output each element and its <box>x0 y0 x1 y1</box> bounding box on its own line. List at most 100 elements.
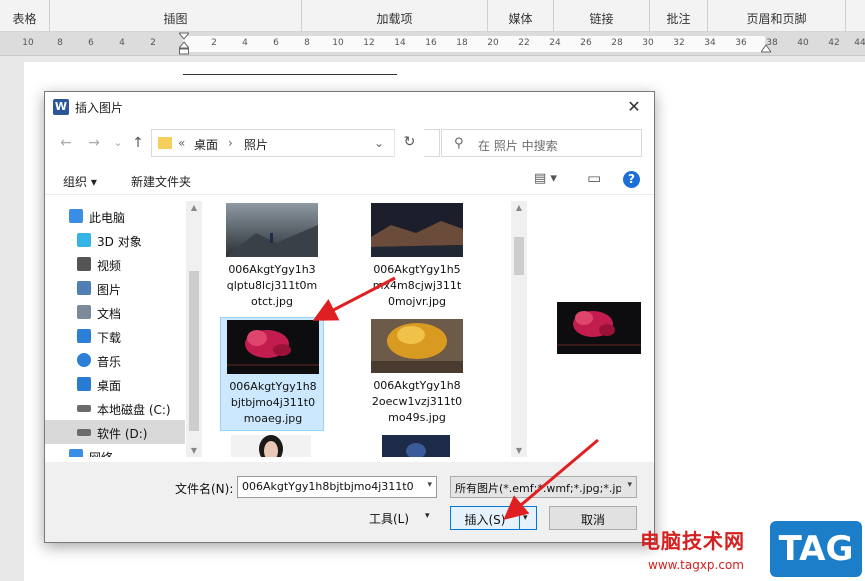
tools-button[interactable]: 工具(L) ▾ <box>367 506 439 528</box>
navigation-pane: 此电脑 3D 对象 视频 图片 文档 下载 音乐 桌面 本地磁盘 (C:) 软件… <box>45 201 187 457</box>
file-item[interactable]: 006AkgtYgy1h3 qlptu8lcj311t0m otct.jpg <box>220 201 324 313</box>
ruler-number: 2 <box>150 38 156 48</box>
watermark-url: www.tagxp.com <box>648 558 744 572</box>
partial-image-thumbnail[interactable] <box>231 435 311 457</box>
sidebar-item-network[interactable]: 网络 <box>45 444 185 457</box>
sidebar-item-label: 下载 <box>97 331 122 345</box>
right-indent-marker-icon[interactable] <box>761 44 771 54</box>
file-name-line: 006AkgtYgy1h8 <box>229 380 317 393</box>
watermark-logo: TAG <box>770 521 862 577</box>
ruler-number: 18 <box>456 38 468 48</box>
watermark-site-name: 电脑技术网 <box>640 529 745 553</box>
indent-marker-icon[interactable] <box>179 32 189 56</box>
file-name: 006AkgtYgy1h5 mx4m8cjwj311t 0mojvr.jpg <box>365 262 469 310</box>
organize-button[interactable]: 组织 ▾ <box>63 173 97 190</box>
file-name: 006AkgtYgy1h3 qlptu8lcj311t0m otct.jpg <box>220 262 324 310</box>
ribbon-group-labels: 表格 插图 加载项 媒体 链接 批注 页眉和页脚 <box>0 0 865 32</box>
sidebar-item-3d-objects[interactable]: 3D 对象 <box>45 228 185 252</box>
horizontal-ruler[interactable]: 10 8 6 4 2 2 4 6 8 10 12 14 16 18 20 22 … <box>0 32 865 56</box>
preview-image <box>557 302 641 354</box>
scrollbar-thumb[interactable] <box>514 237 524 275</box>
file-name-line: otct.jpg <box>251 295 293 308</box>
file-name-line: 006AkgtYgy1h8 <box>373 379 461 392</box>
ribbon-group-illustrations[interactable]: 插图 <box>50 0 302 32</box>
ribbon-group-comments[interactable]: 批注 <box>650 0 708 32</box>
sidebar-item-downloads[interactable]: 下载 <box>45 324 185 348</box>
filename-label: 文件名(N): <box>175 482 234 496</box>
chevron-right-icon[interactable]: › <box>228 136 233 150</box>
network-icon <box>69 449 83 457</box>
scroll-down-icon[interactable]: ▼ <box>511 446 527 455</box>
chevron-down-icon[interactable]: ▾ <box>427 480 432 490</box>
cancel-button[interactable]: 取消 <box>549 506 637 530</box>
ribbon-group-label: 页眉和页脚 <box>746 12 807 26</box>
forward-arrow-icon[interactable]: → <box>83 132 105 154</box>
filetype-select[interactable]: 所有图片(*.emf;*.wmf;*.jpg;*.jp ▾ <box>450 476 637 498</box>
ruler-number: 4 <box>242 38 248 48</box>
filename-field[interactable]: 006AkgtYgy1h8bjtbjmo4j311t0 ▾ <box>237 476 437 498</box>
file-name-line: 006AkgtYgy1h5 <box>373 263 461 276</box>
image-thumbnail <box>226 203 318 257</box>
chevron-down-icon: ▾ <box>425 511 430 521</box>
computer-icon <box>69 209 83 223</box>
file-item[interactable]: 006AkgtYgy1h5 mx4m8cjwj311t 0mojvr.jpg <box>365 201 469 313</box>
view-options-icon[interactable]: ▤ ▾ <box>534 171 557 186</box>
sidebar-item-label: 桌面 <box>97 379 122 393</box>
scroll-down-icon[interactable]: ▼ <box>186 446 202 455</box>
ruler-number: 24 <box>549 38 561 48</box>
preview-pane-icon[interactable]: ▭ <box>587 169 601 187</box>
file-name-line: mx4m8cjwj311t <box>372 279 462 292</box>
search-input[interactable]: ⚲ 在 照片 中搜索 <box>441 129 642 157</box>
word-app-icon: W <box>53 99 69 115</box>
ribbon-group-media[interactable]: 媒体 <box>488 0 554 32</box>
file-item[interactable]: 006AkgtYgy1h8 2oecw1vzj311t0 mo49s.jpg <box>365 317 469 429</box>
file-list-scrollbar[interactable]: ▲ ▼ <box>511 201 527 457</box>
address-dropdown-icon[interactable]: ⌄ <box>374 136 384 150</box>
back-arrow-icon[interactable]: ← <box>55 132 77 154</box>
refresh-icon[interactable]: ↻ <box>394 129 424 157</box>
help-icon[interactable]: ? <box>623 171 640 188</box>
up-arrow-icon[interactable]: ↑ <box>127 132 149 154</box>
new-folder-button[interactable]: 新建文件夹 <box>131 173 191 190</box>
ruler-number: 10 <box>332 38 344 48</box>
drive-icon <box>77 405 91 412</box>
file-name-line: mo49s.jpg <box>388 411 446 424</box>
ruler-number: 40 <box>797 38 809 48</box>
ruler-number: 44 <box>854 38 865 48</box>
sidebar-item-label: 视频 <box>97 259 122 273</box>
partial-image-thumbnail[interactable] <box>382 435 450 457</box>
recent-locations-icon[interactable]: ⌄ <box>107 132 129 154</box>
sidebar-item-pictures[interactable]: 图片 <box>45 276 185 300</box>
scrollbar-thumb[interactable] <box>189 271 199 431</box>
sidebar-item-this-pc[interactable]: 此电脑 <box>45 204 185 228</box>
sidebar-item-videos[interactable]: 视频 <box>45 252 185 276</box>
chevron-down-icon[interactable]: ▾ <box>627 480 632 490</box>
ruler-number: 12 <box>363 38 375 48</box>
ruler-number: 8 <box>57 38 63 48</box>
breadcrumb-overflow[interactable]: « <box>178 136 185 150</box>
sidebar-item-music[interactable]: 音乐 <box>45 348 185 372</box>
insert-options-button[interactable]: ▾ <box>519 506 537 530</box>
insert-label: 插入(S) <box>464 513 506 527</box>
scroll-up-icon[interactable]: ▲ <box>186 203 202 212</box>
dialog-titlebar[interactable]: W 插入图片 ✕ <box>45 92 654 122</box>
ruler-number: 6 <box>273 38 279 48</box>
sidebar-item-drive-d[interactable]: 软件 (D:) <box>45 420 185 444</box>
ruler-number: 10 <box>22 38 34 48</box>
ribbon-group-table[interactable]: 表格 <box>0 0 50 32</box>
close-button[interactable]: ✕ <box>614 92 654 122</box>
sidebar-item-documents[interactable]: 文档 <box>45 300 185 324</box>
ribbon-group-addins[interactable]: 加载项 <box>302 0 488 32</box>
breadcrumb-desktop[interactable]: 桌面 <box>194 136 218 153</box>
sidebar-item-drive-c[interactable]: 本地磁盘 (C:) <box>45 396 185 420</box>
sidebar-item-label: 音乐 <box>97 355 122 369</box>
breadcrumb-photos[interactable]: 照片 <box>244 136 268 153</box>
scroll-up-icon[interactable]: ▲ <box>511 203 527 212</box>
insert-button[interactable]: 插入(S) <box>450 506 520 530</box>
sidebar-item-desktop[interactable]: 桌面 <box>45 372 185 396</box>
file-item-selected[interactable]: 006AkgtYgy1h8 bjtbjmo4j311t0 moaeg.jpg <box>220 317 324 431</box>
ribbon-group-header-footer[interactable]: 页眉和页脚 <box>708 0 846 32</box>
ribbon-group-links[interactable]: 链接 <box>554 0 650 32</box>
navigation-scrollbar[interactable]: ▲ ▼ <box>186 201 202 457</box>
ruler-number: 6 <box>88 38 94 48</box>
